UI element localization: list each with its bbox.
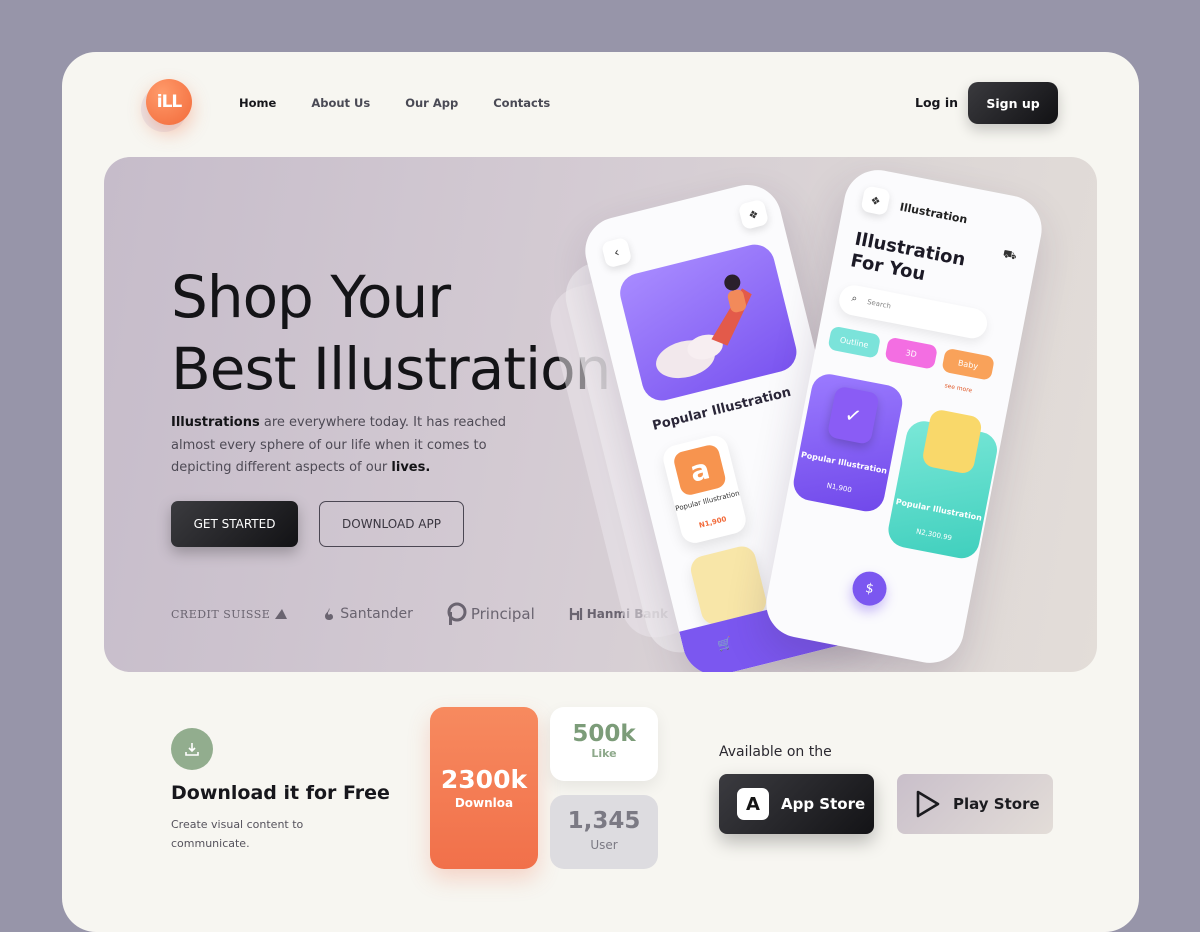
stat-downloads-label: Downloa bbox=[454, 796, 514, 810]
stat-likes: 500k Like bbox=[550, 707, 658, 781]
partner-santander: Santander bbox=[322, 606, 413, 622]
app-store-icon: A bbox=[737, 788, 769, 820]
card-price: N1,900 bbox=[826, 481, 853, 495]
nav-item-home[interactable]: Home bbox=[239, 96, 276, 110]
hero-desc-bold-lives: lives. bbox=[391, 460, 431, 475]
stat-likes-label: Like bbox=[591, 747, 617, 760]
hero-title-line1: Shop Your bbox=[171, 263, 451, 331]
principal-p-icon bbox=[447, 602, 467, 625]
stat-downloads-value: 2300k bbox=[440, 765, 528, 794]
get-started-button[interactable]: GET STARTED bbox=[171, 501, 298, 547]
card-title: Popular Illustration bbox=[895, 497, 983, 523]
chip-baby[interactable]: Baby bbox=[941, 347, 995, 381]
illustration-card[interactable]: Popular Illustration N2,300.99 bbox=[885, 408, 1001, 562]
partner-principal: Principal bbox=[447, 602, 535, 626]
grid-icon[interactable]: ❖ bbox=[737, 198, 770, 231]
app-store-label: App Store bbox=[781, 795, 866, 813]
play-store-icon bbox=[916, 790, 940, 818]
back-icon[interactable]: ‹ bbox=[600, 236, 633, 269]
hero-title: Shop Your Best Illustration bbox=[171, 261, 611, 405]
page-card: iLL Home About Us Our App Contacts Log i… bbox=[62, 52, 1139, 932]
letter-a-icon: a bbox=[672, 443, 728, 497]
card-price: N1,900 bbox=[698, 515, 728, 530]
nav-item-our-app[interactable]: Our App bbox=[405, 96, 458, 110]
search-placeholder: Search bbox=[866, 297, 892, 311]
stat-users-label: User bbox=[590, 838, 618, 852]
illustration-card[interactable]: ✓ Popular Illustration N1,900 bbox=[790, 371, 906, 515]
hanmi-h-icon bbox=[569, 608, 582, 620]
download-arrow-icon bbox=[185, 743, 199, 756]
grid-icon[interactable]: ❖ bbox=[860, 185, 891, 216]
nav-item-contacts[interactable]: Contacts bbox=[493, 96, 550, 110]
cart-icon[interactable]: ⛟ bbox=[994, 240, 1024, 270]
search-icon: ⌕ bbox=[850, 292, 859, 305]
avatar-icon bbox=[921, 408, 984, 476]
download-app-button[interactable]: DOWNLOAD APP bbox=[319, 501, 464, 547]
hero-desc-bold-illustrations: Illustrations bbox=[171, 415, 260, 430]
download-title: Download it for Free bbox=[171, 782, 390, 804]
stat-users-value: 1,345 bbox=[567, 808, 641, 834]
nav-item-about-us[interactable]: About Us bbox=[311, 96, 370, 110]
signup-button[interactable]: Sign up bbox=[968, 82, 1058, 124]
rocket-illustration bbox=[615, 240, 801, 405]
main-nav: Home About Us Our App Contacts bbox=[239, 96, 550, 110]
partner-credit-suisse-label: CREDIT SUISSE bbox=[171, 607, 271, 621]
hero-banner: Shop Your Best Illustration Illustration… bbox=[104, 157, 1097, 672]
coin-icon[interactable]: $ bbox=[849, 568, 890, 609]
hero-title-line2: Best Illustration bbox=[171, 335, 611, 403]
see-more-link[interactable]: see more bbox=[944, 382, 973, 394]
partner-principal-label: Principal bbox=[470, 605, 535, 623]
card-title: Popular Illustration bbox=[800, 450, 888, 476]
available-on-label: Available on the bbox=[719, 744, 832, 760]
partner-logos: CREDIT SUISSE Santander Principal Hanmi … bbox=[171, 602, 668, 626]
chip-3d[interactable]: 3D bbox=[884, 336, 939, 370]
play-store-label: Play Store bbox=[953, 795, 1040, 813]
partner-santander-label: Santander bbox=[340, 606, 413, 622]
brand-logo[interactable]: iLL bbox=[146, 79, 192, 125]
card-price: N2,300.99 bbox=[915, 527, 953, 543]
illustration-card[interactable]: a Popular Illustration N1,900 bbox=[660, 432, 749, 546]
app-store-button[interactable]: A App Store bbox=[719, 774, 874, 834]
download-subtitle: Create visual content to communicate. bbox=[171, 818, 304, 850]
clipboard-icon: ✓ bbox=[826, 385, 880, 446]
phone-right-header: Illustration bbox=[898, 200, 969, 227]
flame-icon bbox=[325, 608, 334, 620]
cart-icon[interactable]: 🛒 bbox=[716, 635, 734, 652]
play-store-button[interactable]: Play Store bbox=[897, 774, 1053, 834]
chip-outline[interactable]: Outline bbox=[827, 325, 882, 359]
sail-icon bbox=[275, 609, 288, 619]
hero-description: Illustrations are everywhere today. It h… bbox=[171, 412, 551, 480]
stat-downloads: 2300k Downloa bbox=[430, 707, 538, 869]
download-icon[interactable] bbox=[171, 728, 213, 770]
phone-mockup-right: ❖ Illustration ⛟ Illustration For You ⌕ … bbox=[760, 164, 1048, 669]
stat-users: 1,345 User bbox=[550, 795, 658, 869]
phone-right-headline: Illustration For You bbox=[849, 229, 967, 294]
partner-credit-suisse: CREDIT SUISSE bbox=[171, 608, 288, 621]
rocket-rider-icon bbox=[656, 274, 752, 379]
login-link[interactable]: Log in bbox=[915, 95, 958, 110]
stat-likes-value: 500k bbox=[572, 721, 636, 747]
